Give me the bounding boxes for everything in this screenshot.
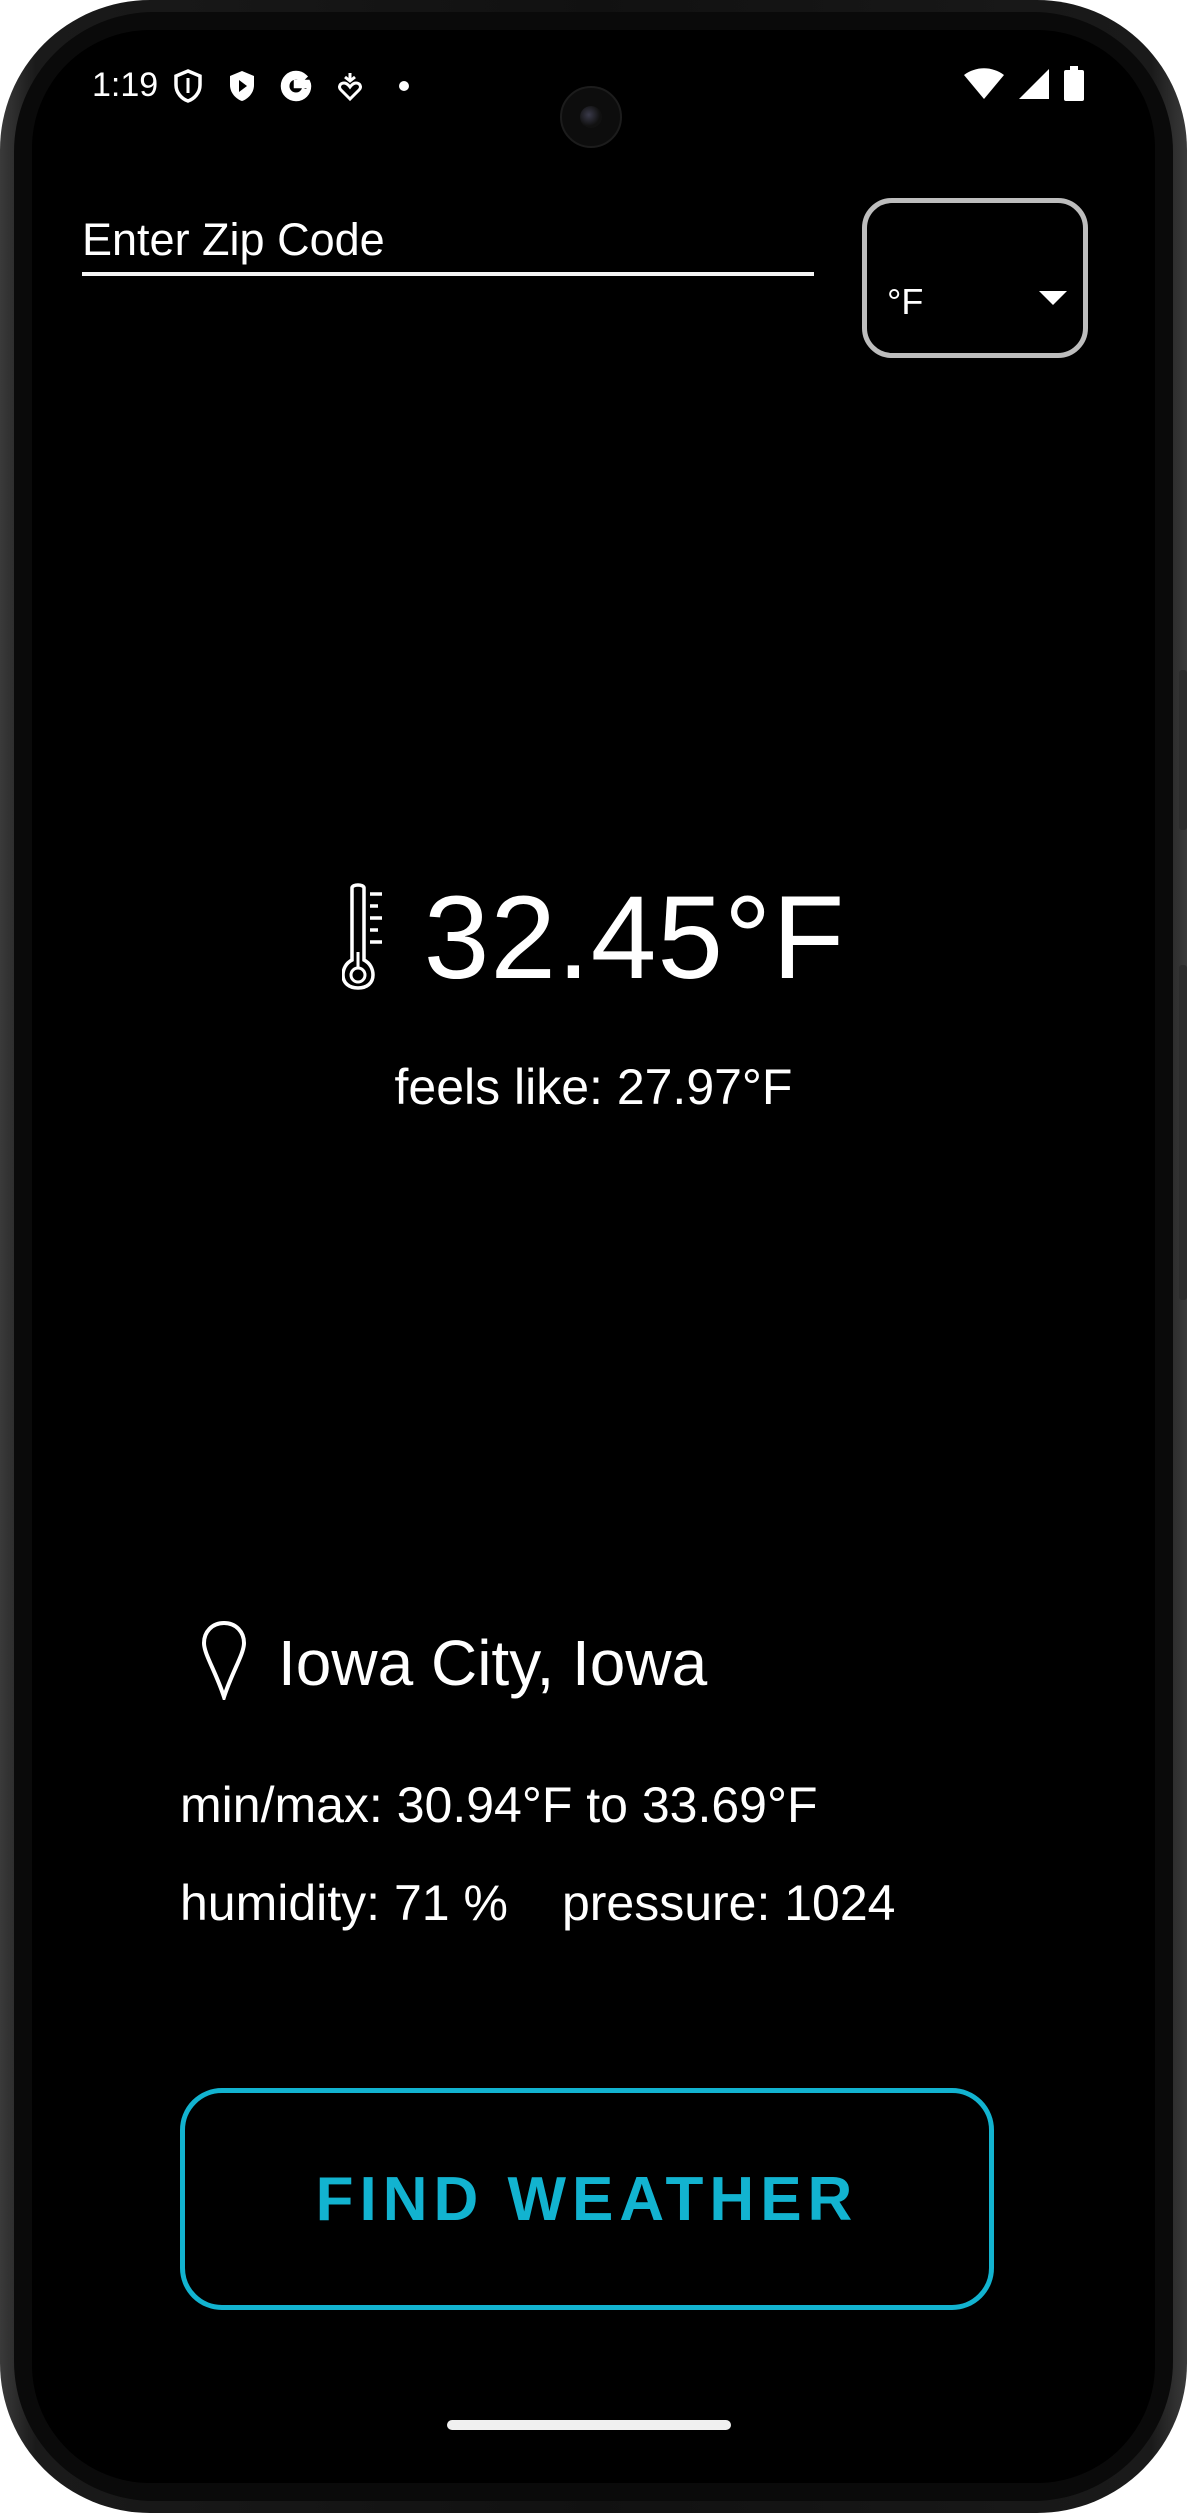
- shield-play-icon: [224, 68, 260, 104]
- app-screen: 1:19 Enter Zip Code °F 32.45°F feels lik…: [32, 30, 1155, 2483]
- front-camera: [560, 86, 622, 148]
- location-pin-icon: [200, 1620, 248, 1705]
- unit-selected-value: °F: [887, 281, 924, 322]
- phone-frame: 1:19 Enter Zip Code °F 32.45°F feels lik…: [0, 0, 1187, 2513]
- volume-button: [1179, 670, 1187, 830]
- status-time: 1:19: [92, 66, 159, 104]
- location-name: Iowa City, Iowa: [278, 1626, 708, 1699]
- download-heart-icon: [332, 68, 368, 104]
- shield-outline-icon: [170, 68, 206, 104]
- current-temperature: 32.45°F: [423, 872, 846, 1004]
- unit-dropdown[interactable]: °F: [862, 198, 1088, 358]
- zip-code-input[interactable]: Enter Zip Code: [82, 198, 814, 276]
- pressure-text: pressure: 1024: [561, 1875, 896, 1931]
- find-weather-label: FIND WEATHER: [315, 2164, 859, 2234]
- status-icons-right: [963, 66, 1085, 107]
- status-bar: 1:19: [32, 30, 1155, 148]
- location-row: Iowa City, Iowa: [200, 1620, 707, 1705]
- humidity-text: humidity: 71 %: [180, 1875, 508, 1931]
- thermometer-icon: [340, 882, 390, 995]
- power-button: [1179, 965, 1187, 1300]
- google-g-icon: [278, 68, 314, 104]
- cell-signal-icon: [1017, 67, 1051, 106]
- dot-icon: [386, 68, 422, 104]
- battery-icon: [1063, 66, 1085, 107]
- dropdown-caret-icon: [1039, 291, 1067, 305]
- status-icons-left: [170, 68, 422, 104]
- find-weather-button[interactable]: FIND WEATHER: [180, 2088, 994, 2310]
- wifi-icon: [963, 67, 1005, 106]
- weather-stats-row: humidity: 71 % pressure: 1024: [180, 1874, 895, 1932]
- home-indicator[interactable]: [447, 2420, 731, 2430]
- min-max-temperature: min/max: 30.94°F to 33.69°F: [180, 1777, 818, 1833]
- feels-like-text: feels like: 27.97°F: [394, 1059, 793, 1115]
- temperature-row: 32.45°F: [32, 870, 1155, 1006]
- zip-code-placeholder: Enter Zip Code: [82, 214, 385, 265]
